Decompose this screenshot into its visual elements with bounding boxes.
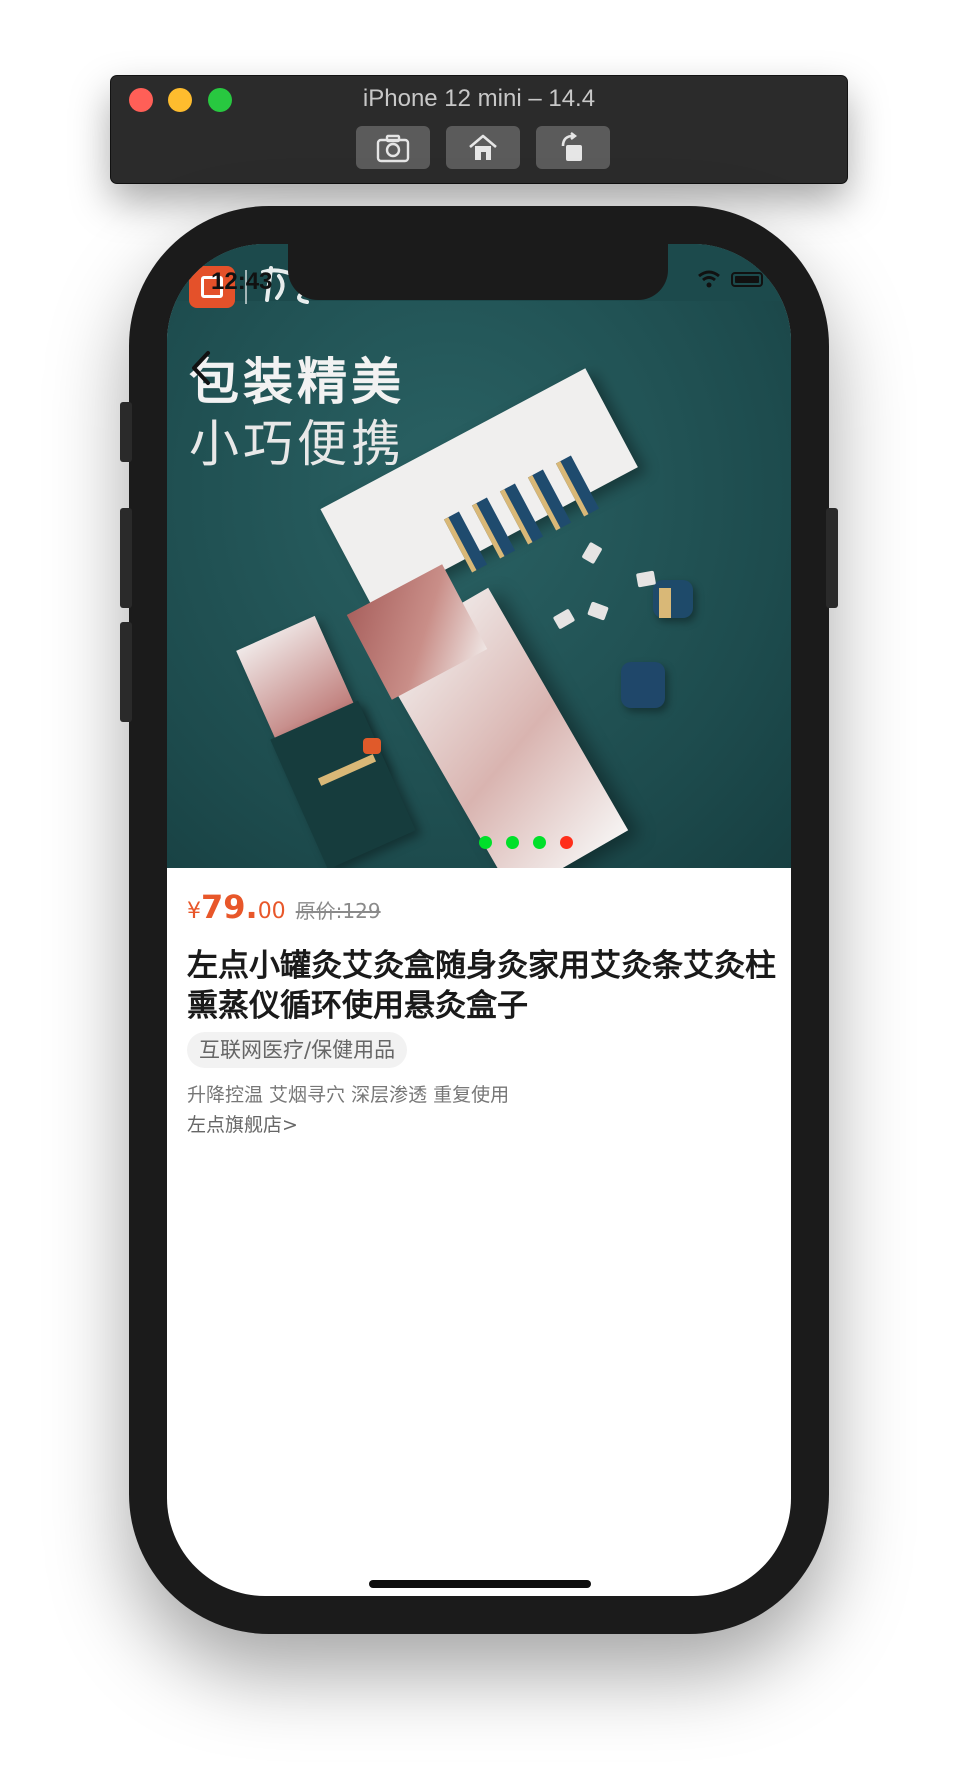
product-image-carousel[interactable]: 包装精美 小巧便携 <box>167 244 791 868</box>
currency-symbol: ¥ <box>187 899 201 924</box>
screenshot-button[interactable] <box>356 126 430 169</box>
volume-down-button <box>120 622 132 722</box>
home-icon <box>469 134 497 160</box>
simulator-title: iPhone 12 mini – 14.4 <box>362 85 596 112</box>
power-button <box>826 508 838 608</box>
home-indicator[interactable] <box>369 1580 591 1588</box>
carousel-dot[interactable] <box>533 836 546 849</box>
moxa-can-band <box>659 588 671 618</box>
rotate-button[interactable] <box>536 126 610 169</box>
app-screen: 包装精美 小巧便携 12:43 ¥ 79. 00 原价:129 左点小罐灸艾灸盒… <box>167 244 791 1596</box>
volume-up-button <box>120 508 132 608</box>
price-decimal: 00 <box>257 899 286 924</box>
price-integer: 79. <box>201 888 258 926</box>
battery-icon <box>731 271 763 287</box>
wifi-icon <box>698 270 720 288</box>
screenshot-icon <box>376 134 410 162</box>
home-button[interactable] <box>446 126 520 169</box>
price-row: ¥ 79. 00 原价:129 <box>187 888 381 926</box>
banner-headline-line2: 小巧便携 <box>189 415 405 473</box>
original-price: 原价:129 <box>295 899 381 923</box>
status-time: 12:43 <box>211 268 273 295</box>
moxa-can <box>621 662 665 708</box>
carousel-dot[interactable] <box>479 836 492 849</box>
mute-switch <box>120 402 132 462</box>
product-features: 升降控温 艾烟寻穴 深层渗透 重复使用 <box>187 1084 510 1106</box>
carousel-dot-active[interactable] <box>560 836 573 849</box>
status-indicators <box>697 270 763 288</box>
rotate-icon <box>561 131 582 161</box>
notch <box>288 244 668 300</box>
product-title: 左点小罐灸艾灸盒随身灸家用艾灸条艾灸柱熏蒸仪循环使用悬灸盒子 <box>187 948 776 1024</box>
carousel-indicator <box>167 836 791 849</box>
carousel-dot[interactable] <box>506 836 519 849</box>
back-button[interactable] <box>183 344 219 392</box>
iphone-frame: 包装精美 小巧便携 12:43 ¥ 79. 00 原价:129 左点小罐灸艾灸盒… <box>120 206 838 1634</box>
shop-link[interactable]: 左点旗舰店> <box>187 1110 298 1137</box>
chevron-left-icon <box>192 351 210 385</box>
moxa-cap <box>363 738 381 754</box>
simulator-toolbar: iPhone 12 mini – 14.4 <box>111 76 847 183</box>
category-tag[interactable]: 互联网医疗/保健用品 <box>187 1032 408 1068</box>
